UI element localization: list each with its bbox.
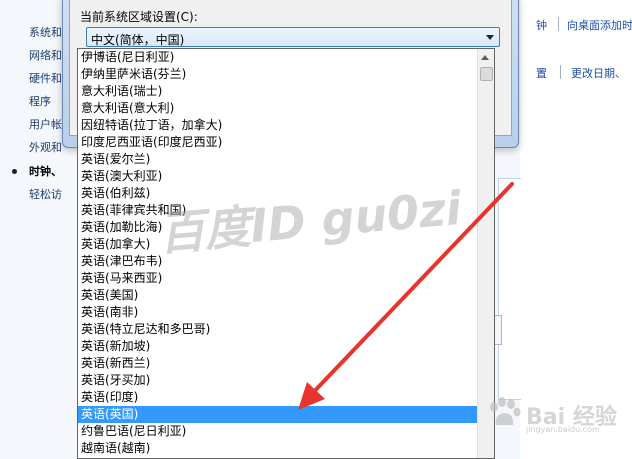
baidu-site-text: jingyan.baidu.com (526, 425, 600, 434)
dropdown-option[interactable]: 英语(新加坡) (78, 338, 478, 355)
dropdown-option[interactable]: 意大利语(意大利) (78, 100, 478, 117)
dropdown-option[interactable]: 英语(牙买加) (78, 372, 478, 389)
dropdown-option[interactable]: 越南语(越南) (78, 440, 478, 457)
dropdown-option[interactable]: 意大利语(瑞士) (78, 83, 478, 100)
dropdown-option[interactable]: 英语(爱尔兰) (78, 151, 478, 168)
dropdown-option[interactable]: 英语(南非) (78, 304, 478, 321)
nav-item-hardware[interactable]: 硬件和 (29, 70, 62, 86)
dropdown-option[interactable]: 英语(津巴布韦) (78, 253, 478, 270)
dropdown-option[interactable]: 因纽特语(拉丁语，加拿大) (78, 117, 478, 134)
dropdown-option[interactable]: 英语(马来西亚) (78, 270, 478, 287)
chevron-down-icon (486, 35, 494, 40)
link-change-date[interactable]: 更改日期、 (571, 65, 626, 81)
dropdown-option[interactable]: 约鲁巴语(尼日利亚) (78, 423, 478, 440)
locale-dropdown-list[interactable]: 伊博语(尼日利亚) 伊纳里萨米语(芬兰) 意大利语(瑞士) 意大利语(意大利) 因纽特语… (77, 48, 495, 459)
nav-item-system[interactable]: 系统和 (29, 24, 62, 40)
baidu-paw-icon (490, 397, 521, 425)
nav-item-ease-of-access[interactable]: 轻松访 (29, 186, 62, 202)
active-bullet-icon (12, 169, 17, 174)
nav-item-clock[interactable]: 时钟、 (29, 163, 62, 179)
link-clock-partial[interactable]: 钟 (536, 17, 547, 33)
region-label: 当前系统区域设置(C): (80, 10, 198, 24)
dropdown-option[interactable]: 英语(特立尼达和多巴哥) (78, 321, 478, 338)
scroll-thumb[interactable] (480, 67, 493, 81)
nav-item-network[interactable]: 网络和 (29, 47, 62, 63)
dropdown-option[interactable]: 英语(新西兰) (78, 355, 478, 372)
baidu-jingyan-logo: Bai 经验 jingyan.baidu.com (482, 393, 632, 434)
link-separator (560, 65, 561, 79)
link-separator (558, 17, 559, 31)
dropdown-option[interactable]: 英语(美国) (78, 287, 478, 304)
dropdown-option[interactable]: 伊博语(尼日利亚) (78, 49, 478, 66)
link-add-desktop-clock[interactable]: 向桌面添加时 (567, 17, 632, 33)
nav-item-programs[interactable]: 程序 (29, 93, 51, 109)
dropdown-option-selected[interactable]: 英语(英国) (78, 406, 478, 423)
dropdown-option[interactable]: 印度尼西亚语(印度尼西亚) (78, 134, 478, 151)
background-panel-box (498, 178, 521, 400)
dropdown-option[interactable]: 伊纳里萨米语(芬兰) (78, 66, 478, 83)
nav-item-user-accounts[interactable]: 用户帐 (29, 116, 62, 132)
link-settings-partial[interactable]: 置 (536, 65, 547, 81)
scroll-up-icon[interactable] (481, 55, 489, 60)
system-locale-select[interactable]: 中文(简体，中国) (86, 27, 500, 47)
select-value: 中文(简体，中国) (91, 33, 185, 47)
dropdown-option[interactable]: 英语(印度) (78, 389, 478, 406)
nav-item-appearance[interactable]: 外观和 (29, 139, 62, 155)
